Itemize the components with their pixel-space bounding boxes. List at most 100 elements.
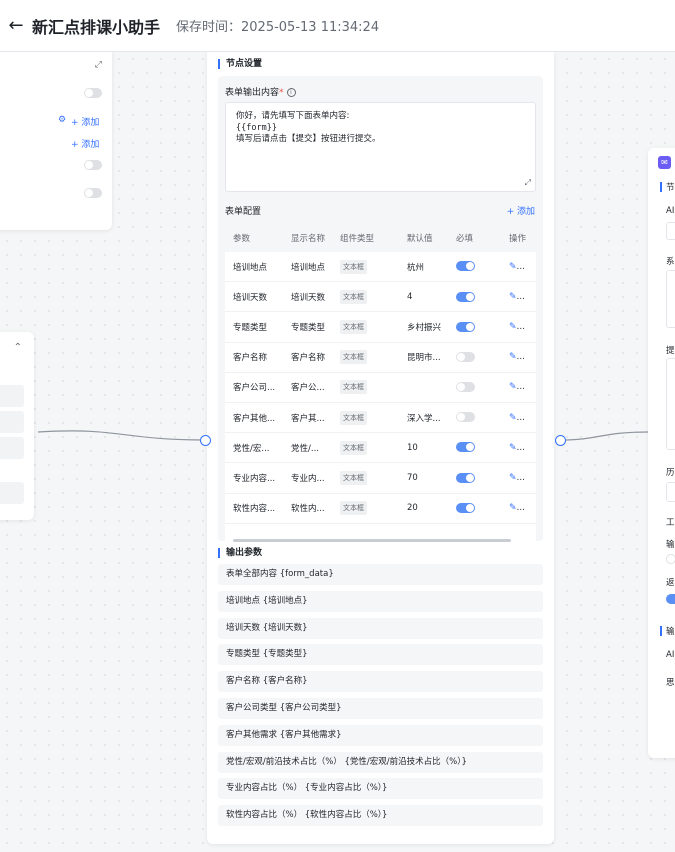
table-row: 培训地点 培训地点 文本框 杭州 ✎ 🗑	[225, 252, 536, 283]
form-output-panel: 表单输出内容* i 你好，请先填写下面表单内容: {{form}} 填写后请点击【…	[218, 76, 543, 544]
component-type-cell: 文本框	[332, 380, 399, 395]
required-cell	[448, 382, 501, 393]
required-cell	[448, 291, 501, 303]
table-row: 客户公司... 客户公... 文本框 ✎ 🗑	[225, 373, 536, 403]
display-name-cell: 专业内...	[291, 473, 325, 484]
input-placeholder[interactable]	[0, 385, 24, 407]
add-button[interactable]: + 添加	[71, 137, 99, 150]
toggle-switch[interactable]	[84, 188, 102, 198]
info-icon[interactable]: i	[286, 88, 296, 97]
save-time: 保存时间：2025-05-13 11:34:24	[176, 20, 380, 35]
chevron-up-icon[interactable]: ⌃	[14, 342, 22, 353]
display-name-cell: 客户公...	[291, 383, 325, 394]
component-type-cell: 文本框	[332, 319, 399, 334]
section-marker	[660, 626, 662, 636]
table-row: 党性/宏... 党性/... 文本框 10 ✎ 🗑	[225, 433, 536, 464]
toggle-switch[interactable]	[84, 160, 102, 170]
model-select[interactable]	[666, 222, 675, 240]
type-tag: 文本框	[340, 350, 367, 365]
edit-icon[interactable]: ✎	[509, 382, 517, 392]
required-cell	[448, 502, 501, 514]
toggle-switch[interactable]	[84, 88, 102, 98]
edit-icon[interactable]: ✎	[509, 473, 517, 483]
connector-right	[559, 431, 649, 441]
left-node-upper[interactable]: ⤢ ⚙ + 添加 + 添加	[0, 52, 112, 230]
add-field-button[interactable]: + 添加	[507, 204, 535, 217]
required-toggle[interactable]	[456, 382, 475, 393]
radio-option[interactable]	[666, 554, 675, 564]
edit-icon[interactable]: ✎	[509, 352, 517, 362]
required-toggle[interactable]	[456, 442, 475, 453]
form-node[interactable]: 节点设置 表单输出内容* i 你好，请先填写下面表单内容: {{form}} 填写…	[207, 52, 554, 844]
required-cell	[448, 351, 501, 363]
edit-icon[interactable]: ✎	[509, 503, 517, 513]
component-type-cell: 文本框	[332, 470, 399, 485]
table-row: 软性内容... 软性内... 文本框 20 ✎ 🗑	[225, 494, 536, 524]
param-cell: 党性/宏...	[233, 443, 270, 454]
app-title: 新汇点排课小助手	[32, 17, 161, 37]
connector-left	[37, 430, 207, 441]
param-cell: 培训地点	[233, 262, 268, 273]
component-type-cell: 文本框	[332, 289, 399, 304]
required-toggle[interactable]	[456, 261, 475, 272]
edit-icon[interactable]: ✎	[509, 292, 517, 302]
section-title-node-settings: 节点设置	[218, 59, 262, 69]
default-cell: 深入学...	[407, 413, 441, 424]
input-handle[interactable]	[200, 435, 211, 446]
add-button[interactable]: + 添加	[71, 115, 99, 128]
output-param-item: 培训天数 {培训天数}	[218, 617, 543, 639]
history-input[interactable]	[666, 482, 675, 502]
edit-icon[interactable]: ✎	[509, 262, 517, 272]
section-marker	[660, 182, 662, 192]
toggle-switch[interactable]	[666, 594, 675, 604]
required-toggle[interactable]	[456, 321, 475, 332]
ai-chat-icon: ✉	[658, 156, 671, 169]
output-param-item: 软性内容占比（%） {软性内容占比（%）}	[218, 805, 543, 827]
form-output-textarea[interactable]: 你好，请先填写下面表单内容: {{form}} 填写后请点击【提交】按钮进行提交…	[225, 102, 536, 192]
section-title-output-params: 输出参数	[218, 548, 262, 558]
input-placeholder[interactable]	[0, 482, 24, 504]
resize-icon[interactable]: ⤢	[525, 177, 531, 189]
required-toggle[interactable]	[456, 472, 475, 483]
prompt-box[interactable]	[666, 358, 675, 450]
edit-icon[interactable]: ✎	[509, 443, 517, 453]
required-toggle[interactable]	[456, 412, 475, 423]
required-toggle[interactable]	[456, 502, 475, 513]
ops-cell: ✎ 🗑	[501, 473, 536, 483]
horizontal-scrollbar[interactable]	[233, 539, 511, 542]
form-config-table: 参数 显示名称 组件类型 默认值 必填 操作 培训地点 培训地点 文本框 杭州 ✎ 🗑 培训…	[225, 224, 536, 544]
arrow-left-icon[interactable]: ←	[6, 15, 26, 36]
ai-node[interactable]: ✉ 节 AI 系 提 历 工 输 返 输 AI 思	[648, 148, 675, 758]
display-name-cell: 软性内...	[291, 504, 325, 515]
table-row: 客户其他... 客户其... 文本框 深入学... ✎ 🗑	[225, 403, 536, 434]
required-toggle[interactable]	[456, 351, 475, 362]
component-type-cell: 文本框	[332, 410, 399, 425]
settings-icon[interactable]: ⚙	[58, 115, 66, 125]
display-name-cell: 党性/...	[291, 443, 319, 454]
required-toggle[interactable]	[456, 291, 475, 302]
left-node-lower[interactable]: ⌃	[0, 332, 34, 520]
required-cell	[448, 321, 501, 333]
default-cell: 杭州	[407, 262, 425, 273]
required-cell	[448, 442, 501, 453]
form-config-label: 表单配置	[225, 207, 262, 217]
param-cell: 客户其他...	[233, 413, 276, 424]
input-placeholder[interactable]	[0, 437, 24, 459]
input-placeholder[interactable]	[0, 411, 24, 433]
output-handle[interactable]	[555, 435, 566, 446]
type-tag: 文本框	[340, 319, 367, 334]
param-cell: 专题类型	[233, 322, 268, 333]
edit-icon[interactable]: ✎	[509, 322, 517, 332]
component-type-cell: 文本框	[332, 350, 399, 365]
param-cell: 客户名称	[233, 353, 268, 364]
edit-icon[interactable]: ✎	[509, 413, 517, 423]
type-tag: 文本框	[340, 259, 367, 274]
display-name-cell: 培训地点	[291, 262, 326, 273]
table-row: 培训天数 培训天数 文本框 4 ✎ 🗑	[225, 282, 536, 313]
type-tag: 文本框	[340, 470, 367, 485]
expand-icon[interactable]: ⤢	[95, 60, 102, 70]
type-tag: 文本框	[340, 380, 367, 395]
ops-cell: ✎ 🗑	[501, 322, 536, 332]
system-prompt-box[interactable]	[666, 270, 675, 328]
workflow-canvas[interactable]: ⤢ ⚙ + 添加 + 添加 ⌃ 节点设置 表单输出内容* i 你好，请先填写下面表…	[0, 52, 675, 852]
